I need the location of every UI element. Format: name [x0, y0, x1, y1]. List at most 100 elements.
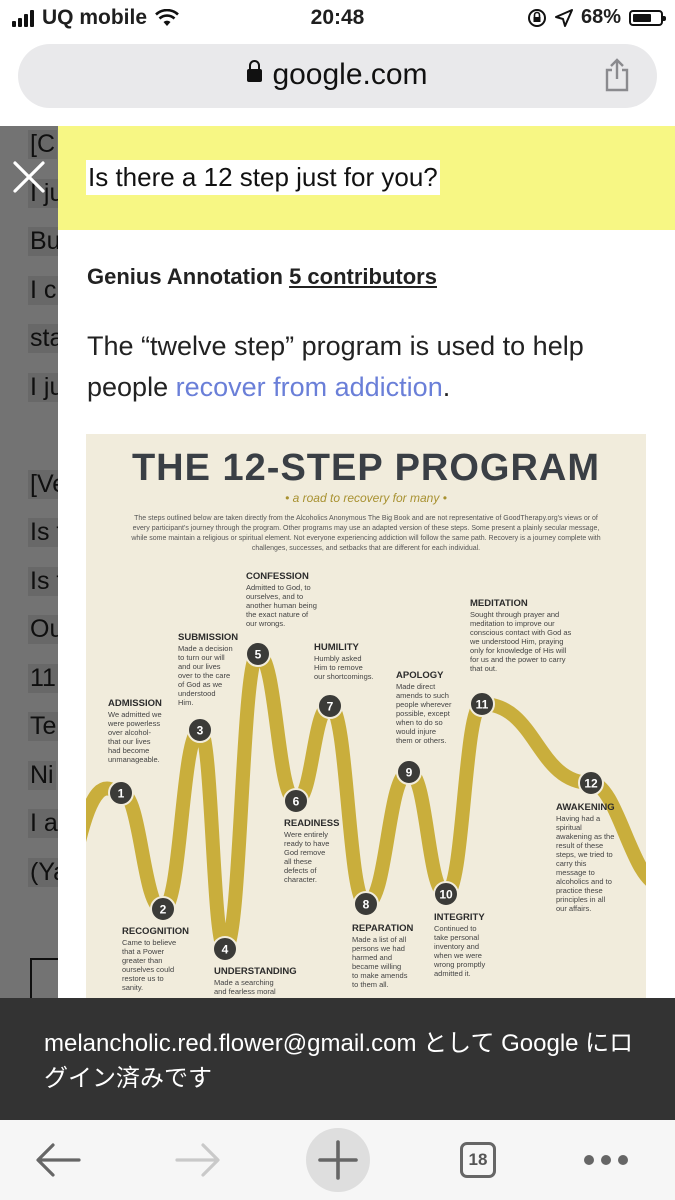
- step-number: 8: [363, 898, 370, 912]
- step-number: 3: [197, 724, 204, 738]
- plus-icon: [306, 1128, 370, 1192]
- step-description-line: We admitted we: [108, 710, 162, 719]
- battery-percent: 68%: [580, 6, 621, 28]
- step-name: READINESS: [284, 818, 339, 829]
- step-description-line: Came to believe: [122, 938, 176, 947]
- step-name: ADMISSION: [108, 698, 162, 709]
- step-description-line: ourselves, and to: [246, 592, 303, 601]
- login-toast[interactable]: melancholic.red.flower@gmail.com として Goo…: [0, 998, 675, 1120]
- step-number: 5: [255, 648, 262, 662]
- step-description-line: conscious contact with God as: [470, 628, 572, 637]
- body-text-suffix: .: [442, 372, 451, 402]
- step-description-line: amends to such: [396, 691, 449, 700]
- step-description-line: ourselves could: [122, 965, 174, 974]
- infographic-intro-line: The steps outlined below are taken direc…: [134, 515, 598, 522]
- step-description-line: that a Power: [122, 947, 165, 956]
- infographic-canvas: THE 12-STEP PROGRAM • a road to recovery …: [86, 447, 646, 996]
- step-description-line: spiritual: [556, 823, 582, 832]
- step-description-line: only for knowledge of His will: [470, 646, 567, 655]
- step-name: CONFESSION: [246, 571, 309, 582]
- recover-from-addiction-link[interactable]: recover from addiction: [176, 372, 443, 402]
- back-arrow-icon: [36, 1143, 81, 1177]
- step-description-line: over to the care: [178, 671, 230, 680]
- step-description-line: had become: [108, 746, 149, 755]
- address-bar[interactable]: google.com: [18, 44, 657, 108]
- more-menu-button[interactable]: [578, 1120, 634, 1200]
- status-right: 68%: [527, 6, 666, 29]
- url-domain: google.com: [272, 58, 428, 91]
- step-description-line: Having had a: [556, 814, 601, 823]
- step-description-line: sanity.: [122, 983, 143, 992]
- step-description-line: steps, we tried to: [556, 850, 613, 859]
- step-description-line: Made a searching: [214, 978, 274, 987]
- step-number: 2: [160, 903, 167, 917]
- twelve-step-infographic: THE 12-STEP PROGRAM • a road to recovery …: [86, 434, 646, 998]
- step-description-line: meditation to improve our: [470, 619, 555, 628]
- step-description-line: greater than: [122, 956, 162, 965]
- step-description-line: and fearless moral: [214, 987, 276, 996]
- step-description-line: we understood Him, praying: [469, 637, 563, 646]
- share-icon[interactable]: [603, 58, 631, 92]
- step-description-line: to make amends: [352, 971, 408, 980]
- infographic-subtitle: • a road to recovery for many •: [285, 491, 447, 505]
- step-number: 1: [118, 787, 125, 801]
- step-description-line: practice these: [556, 886, 603, 895]
- new-tab-button[interactable]: [305, 1120, 371, 1200]
- infographic-intro-line: every participant's journey through the …: [133, 525, 600, 532]
- url-display[interactable]: google.com: [18, 58, 657, 92]
- step-description-line: alcoholics and to: [556, 877, 612, 886]
- lock-icon: [247, 60, 263, 82]
- step-description-line: when to do so: [395, 718, 443, 727]
- step-description-line: harmed and: [352, 953, 392, 962]
- bottom-toolbar: 18: [0, 1120, 675, 1200]
- step-description-line: awakening as the: [556, 832, 614, 841]
- step-number: 6: [293, 795, 300, 809]
- step-name: INTEGRITY: [434, 912, 485, 923]
- annotation-label: Genius Annotation: [87, 264, 283, 289]
- infographic-title: THE 12-STEP PROGRAM: [132, 447, 600, 489]
- step-description-line: over alcohol-: [108, 728, 151, 737]
- tab-count-icon: 18: [460, 1142, 496, 1178]
- step-description-line: all these: [284, 857, 312, 866]
- step-name: MEDITATION: [470, 598, 528, 609]
- step-description-line: restore us to: [122, 974, 164, 983]
- step-description-line: of God as we: [178, 680, 222, 689]
- step-description-line: Admitted to God, to: [246, 583, 311, 592]
- close-icon[interactable]: [12, 160, 46, 194]
- forward-button[interactable]: [168, 1120, 228, 1200]
- step-description-line: Him.: [178, 698, 193, 707]
- step-description-line: Made a decision: [178, 644, 233, 653]
- annotation-panel: Is there a 12 step just for you? Genius …: [58, 126, 675, 998]
- more-dots-icon: [584, 1155, 628, 1165]
- step-description-line: Humbly asked: [314, 654, 362, 663]
- infographic-intro-line: while some maintain a religious or spiri…: [130, 535, 600, 542]
- step-description-line: were powerless: [107, 719, 160, 728]
- tabs-button[interactable]: 18: [454, 1120, 502, 1200]
- step-description-line: persons we had: [352, 944, 405, 953]
- step-description-line: Made direct: [396, 682, 436, 691]
- step-description-line: our shortcomings.: [314, 672, 374, 681]
- contributors-link[interactable]: 5 contributors: [289, 264, 437, 289]
- step-description-line: that out.: [470, 664, 497, 673]
- rotation-lock-icon: [527, 8, 546, 27]
- step-number: 12: [584, 777, 598, 791]
- step-description-line: our affairs.: [556, 904, 591, 913]
- step-description-line: principles in all: [556, 895, 606, 904]
- step-name: AWAKENING: [556, 802, 615, 813]
- step-description-line: Were entirely: [284, 830, 328, 839]
- annotation-meta: Genius Annotation 5 contributors: [87, 264, 437, 290]
- toast-message: melancholic.red.flower@gmail.com として Goo…: [44, 1030, 634, 1092]
- step-description-line: them or others.: [396, 736, 446, 745]
- step-description-line: to turn our will: [178, 653, 225, 662]
- annotation-title: Is there a 12 step just for you?: [86, 160, 440, 195]
- step-description-line: wrong promptly: [433, 960, 486, 969]
- step-description-line: unmanageable.: [108, 755, 160, 764]
- step-description-line: that our lives: [108, 737, 151, 746]
- back-button[interactable]: [28, 1120, 88, 1200]
- step-description-line: ready to have: [284, 839, 329, 848]
- step-description-line: result of these: [556, 841, 603, 850]
- step-description-line: Him to remove: [314, 663, 363, 672]
- step-description-line: people wherever: [396, 700, 452, 709]
- step-name: HUMILITY: [314, 642, 360, 653]
- step-number: 10: [439, 888, 453, 902]
